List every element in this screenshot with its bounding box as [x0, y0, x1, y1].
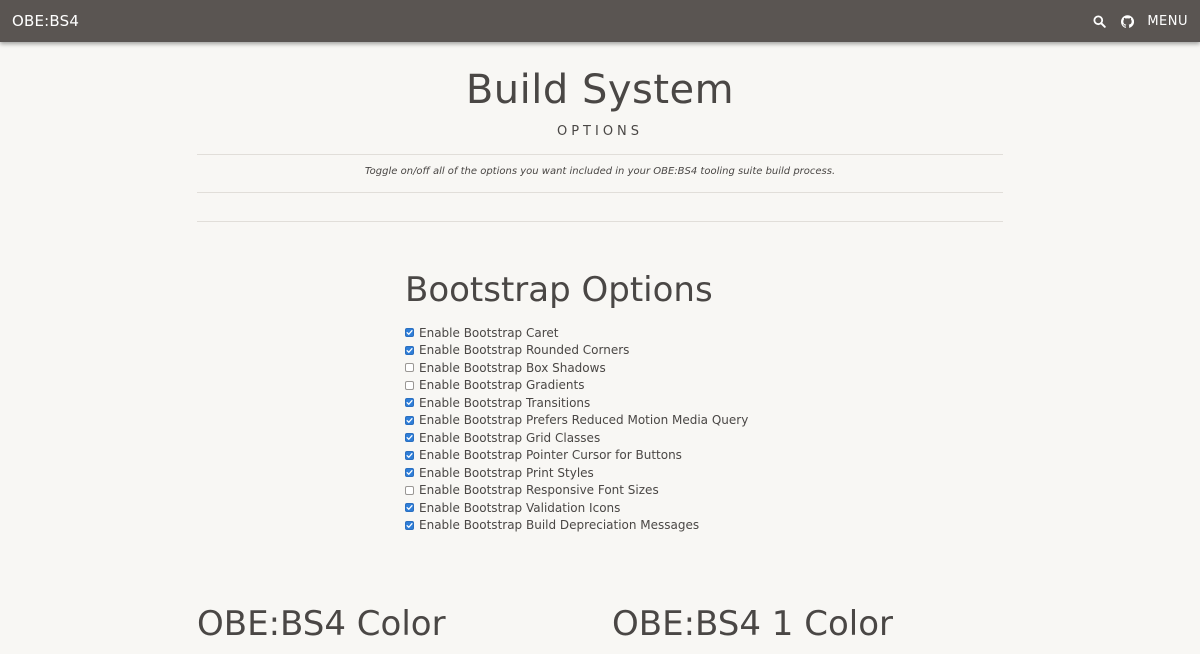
bootstrap-option-item[interactable]: Enable Bootstrap Grid Classes [405, 429, 748, 447]
bootstrap-option-label: Enable Bootstrap Prefers Reduced Motion … [419, 413, 749, 428]
bootstrap-option-item[interactable]: Enable Bootstrap Validation Icons [405, 499, 748, 517]
bootstrap-option-item[interactable]: Enable Bootstrap Caret [405, 324, 748, 342]
navbar-actions: MENU [1085, 7, 1188, 35]
checkbox-checked[interactable] [405, 503, 414, 513]
checkbox-checked[interactable] [405, 450, 414, 460]
bootstrap-options-title: Bootstrap Options [405, 270, 713, 310]
checkbox-checked[interactable] [405, 345, 414, 355]
top-navbar: OBE:BS4 MENU [0, 0, 1200, 42]
github-icon[interactable] [1113, 7, 1141, 35]
intro-text: Toggle on/off all of the options you wan… [364, 166, 836, 177]
bootstrap-option-item[interactable]: Enable Bootstrap Responsive Font Sizes [405, 482, 748, 500]
bootstrap-option-item[interactable]: Enable Bootstrap Transitions [405, 394, 748, 412]
bootstrap-option-label: Enable Bootstrap Gradients [419, 378, 585, 393]
bootstrap-option-item[interactable]: Enable Bootstrap Pointer Cursor for Butt… [405, 447, 748, 465]
bootstrap-option-label: Enable Bootstrap Print Styles [419, 465, 594, 480]
checkbox-unchecked[interactable] [405, 363, 414, 373]
color-section-title-line1: OBE:BS4 Color [197, 604, 446, 644]
bootstrap-option-item[interactable]: Enable Bootstrap Print Styles [405, 464, 748, 482]
bootstrap-option-label: Enable Bootstrap Rounded Corners [419, 343, 630, 358]
bootstrap-option-item[interactable]: Enable Bootstrap Prefers Reduced Motion … [405, 412, 748, 430]
menu-button[interactable]: MENU [1147, 14, 1188, 29]
page-title: Build System [465, 67, 735, 113]
bootstrap-option-label: Enable Bootstrap Validation Icons [419, 500, 621, 515]
checkbox-unchecked[interactable] [405, 380, 414, 390]
bootstrap-option-label: Enable Bootstrap Grid Classes [419, 430, 601, 445]
page-subtitle: OPTIONS [556, 124, 644, 139]
checkbox-checked[interactable] [405, 328, 414, 338]
checkbox-checked[interactable] [405, 433, 414, 443]
divider-bottom [197, 221, 1003, 222]
bootstrap-options-list: Enable Bootstrap Caret Enable Bootstrap R… [405, 324, 748, 534]
checkbox-checked[interactable] [405, 520, 414, 530]
bootstrap-option-label: Enable Bootstrap Responsive Font Sizes [419, 483, 659, 498]
divider-top [197, 154, 1003, 155]
gradient-section-title-line1: OBE:BS4 1 Color [612, 604, 893, 644]
bootstrap-option-label: Enable Bootstrap Build Depreciation Mess… [419, 518, 700, 533]
bootstrap-option-item[interactable]: Enable Bootstrap Rounded Corners [405, 342, 748, 360]
bootstrap-option-item[interactable]: Enable Bootstrap Box Shadows [405, 359, 748, 377]
page-header: Build System OPTIONS [0, 66, 1200, 139]
checkbox-checked[interactable] [405, 398, 414, 408]
color-section-title: OBE:BS4 Color [197, 602, 446, 646]
search-icon[interactable] [1085, 7, 1113, 35]
gradient-section-title: OBE:BS4 1 Color [612, 602, 893, 646]
checkbox-checked[interactable] [405, 468, 414, 478]
bootstrap-option-label: Enable Bootstrap Caret [419, 325, 559, 340]
bootstrap-option-item[interactable]: Enable Bootstrap Build Depreciation Mess… [405, 517, 748, 535]
brand-link[interactable]: OBE:BS4 [12, 12, 79, 30]
bootstrap-option-label: Enable Bootstrap Pointer Cursor for Butt… [419, 448, 682, 463]
bootstrap-option-label: Enable Bootstrap Transitions [419, 395, 591, 410]
divider-middle [197, 192, 1003, 193]
checkbox-unchecked[interactable] [405, 485, 414, 495]
bootstrap-option-label: Enable Bootstrap Box Shadows [419, 360, 606, 375]
checkbox-checked[interactable] [405, 415, 414, 425]
bootstrap-option-item[interactable]: Enable Bootstrap Gradients [405, 377, 748, 395]
bootstrap-options-section: Bootstrap Options Enable Bootstrap Caret… [405, 268, 748, 534]
